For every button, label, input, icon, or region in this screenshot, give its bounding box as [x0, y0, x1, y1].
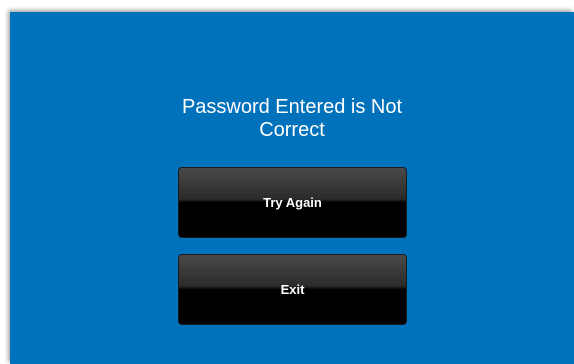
- error-message-line-2: Correct: [259, 119, 325, 141]
- try-again-button[interactable]: Try Again: [178, 167, 407, 238]
- try-again-label: Try Again: [263, 195, 322, 210]
- exit-button[interactable]: Exit: [178, 254, 407, 325]
- exit-label: Exit: [280, 282, 305, 297]
- error-message-line-1: Password Entered is Not: [181, 96, 403, 118]
- password-error-screen: Password Entered is Not Correct Try Agai…: [10, 12, 574, 364]
- error-message: Password Entered is Not Correct: [10, 96, 574, 142]
